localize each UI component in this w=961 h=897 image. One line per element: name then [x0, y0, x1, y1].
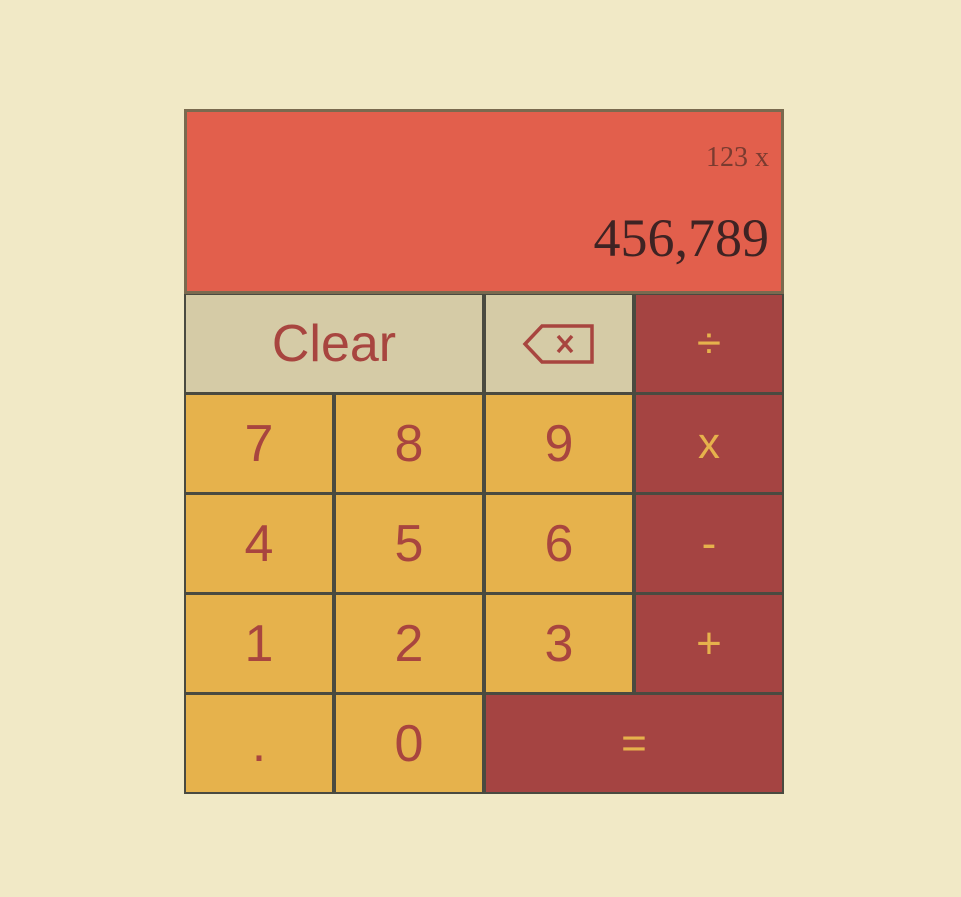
backspace-icon	[522, 323, 596, 365]
keypad: Clear ÷ 7 8 9 x 4 5 6 - 1 2 3 + . 0 =	[184, 293, 784, 794]
subtract-button[interactable]: -	[634, 493, 784, 594]
digit-1-button[interactable]: 1	[184, 593, 334, 694]
equals-button[interactable]: =	[484, 693, 784, 794]
display: 123 x 456,789	[184, 109, 784, 294]
digit-5-button[interactable]: 5	[334, 493, 484, 594]
digit-9-button[interactable]: 9	[484, 393, 634, 494]
digit-2-button[interactable]: 2	[334, 593, 484, 694]
digit-6-button[interactable]: 6	[484, 493, 634, 594]
add-button[interactable]: +	[634, 593, 784, 694]
current-operand: 456,789	[593, 208, 770, 268]
digit-3-button[interactable]: 3	[484, 593, 634, 694]
digit-0-button[interactable]: 0	[334, 693, 484, 794]
digit-4-button[interactable]: 4	[184, 493, 334, 594]
calculator: 123 x 456,789 Clear ÷ 7 8 9 x 4 5 6 - 1 …	[184, 109, 784, 794]
clear-button[interactable]: Clear	[184, 293, 484, 394]
digit-8-button[interactable]: 8	[334, 393, 484, 494]
decimal-button[interactable]: .	[184, 693, 334, 794]
previous-operand: 123 x	[706, 142, 769, 173]
multiply-button[interactable]: x	[634, 393, 784, 494]
digit-7-button[interactable]: 7	[184, 393, 334, 494]
backspace-button[interactable]	[484, 293, 634, 394]
divide-button[interactable]: ÷	[634, 293, 784, 394]
